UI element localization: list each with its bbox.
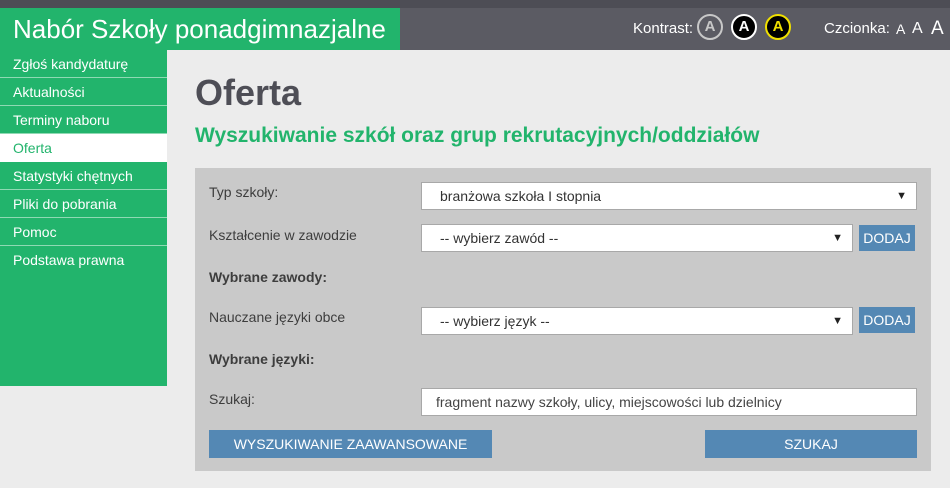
school-type-value: branżowa szkoła I stopnia xyxy=(440,188,602,204)
search-input[interactable]: fragment nazwy szkoły, ulicy, miejscowoś… xyxy=(421,388,917,416)
top-strip xyxy=(0,0,950,8)
contrast-default-button[interactable]: A xyxy=(697,14,723,40)
profession-value: -- wybierz zawód -- xyxy=(440,230,559,246)
language-value: -- wybierz język -- xyxy=(440,313,550,329)
page-subtitle: Wyszukiwanie szkół oraz grup rekrutacyjn… xyxy=(195,124,760,147)
site-title[interactable]: Nabór Szkoły ponadgimnazjalne xyxy=(0,8,400,50)
sidebar-item-aktualnosci[interactable]: Aktualności xyxy=(0,78,167,106)
language-select[interactable]: -- wybierz język -- ▼ xyxy=(421,307,853,335)
selected-professions-label: Wybrane zawody: xyxy=(209,269,327,285)
sidebar-item-podstawa-prawna[interactable]: Podstawa prawna xyxy=(0,246,167,274)
sidebar-item-zglos-kandydature[interactable]: Zgłoś kandydaturę xyxy=(0,50,167,78)
contrast-high-white-button[interactable]: A xyxy=(731,14,757,40)
profession-select[interactable]: -- wybierz zawód -- ▼ xyxy=(421,224,853,252)
languages-label: Nauczane języki obce xyxy=(209,309,346,325)
profession-label: Kształcenie w zawodzie xyxy=(209,227,357,243)
school-type-select[interactable]: branżowa szkoła I stopnia ▼ xyxy=(421,182,917,210)
sidebar-item-terminy-naboru[interactable]: Terminy naboru xyxy=(0,106,167,134)
school-type-label: Typ szkoły: xyxy=(209,184,279,200)
add-profession-button[interactable]: DODAJ xyxy=(859,225,915,251)
search-form: Typ szkoły: branżowa szkoła I stopnia ▼ … xyxy=(195,168,931,471)
selected-languages-label: Wybrane języki: xyxy=(209,351,315,367)
sidebar-item-oferta[interactable]: Oferta xyxy=(0,134,167,162)
chevron-down-icon: ▼ xyxy=(832,315,843,327)
page-title: Oferta xyxy=(195,72,302,113)
contrast-high-yellow-button[interactable]: A xyxy=(765,14,791,40)
main-content: Oferta Wyszukiwanie szkół oraz grup rekr… xyxy=(195,70,935,150)
sidebar-item-statystyki-chetnych[interactable]: Statystyki chętnych xyxy=(0,162,167,190)
sidebar-item-pomoc[interactable]: Pomoc xyxy=(0,218,167,246)
font-size-small-button[interactable]: A xyxy=(896,8,905,50)
font-size-label: Czcionka: xyxy=(824,20,890,37)
sidebar-nav: Zgłoś kandydaturę Aktualności Terminy na… xyxy=(0,50,167,386)
search-button[interactable]: SZUKAJ xyxy=(705,430,917,458)
font-size-medium-button[interactable]: A xyxy=(912,8,923,50)
add-language-button[interactable]: DODAJ xyxy=(859,307,915,333)
accessibility-bar: Kontrast: A A A Czcionka: A A A xyxy=(400,8,950,50)
advanced-search-button[interactable]: WYSZUKIWANIE ZAAWANSOWANE xyxy=(209,430,492,458)
font-size-large-button[interactable]: A xyxy=(931,8,944,50)
sidebar-item-pliki-do-pobrania[interactable]: Pliki do pobrania xyxy=(0,190,167,218)
contrast-label: Kontrast: xyxy=(633,20,694,37)
chevron-down-icon: ▼ xyxy=(832,232,843,244)
chevron-down-icon: ▼ xyxy=(896,190,907,202)
search-label: Szukaj: xyxy=(209,391,255,407)
